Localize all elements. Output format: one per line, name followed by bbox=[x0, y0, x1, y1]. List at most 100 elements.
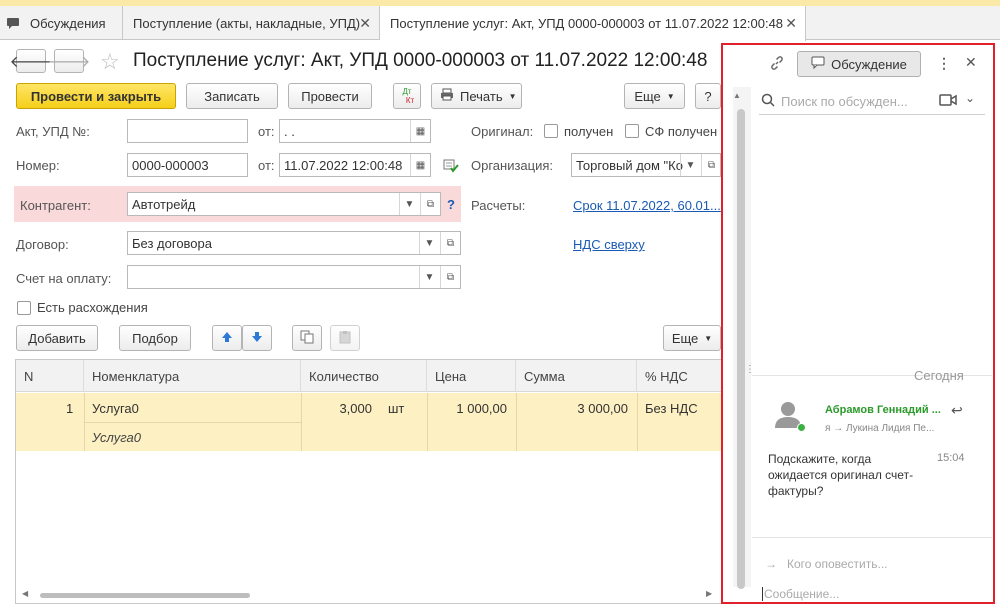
notify-input[interactable]: Кого оповестить... bbox=[787, 557, 888, 571]
arrow-left-icon: 🡐 bbox=[9, 53, 53, 71]
tab-receipt-document[interactable]: Поступление услуг: Акт, УПД 0000-000003 … bbox=[380, 6, 806, 41]
contract-input[interactable]: Без договора ▼ ⧉ bbox=[127, 231, 461, 255]
counterparty-input[interactable]: Автотрейд ▼ ⧉ bbox=[127, 192, 441, 216]
tab-label: Обсуждения bbox=[30, 15, 106, 31]
invoice-label: Счет на оплату: bbox=[16, 271, 112, 286]
add-row-button[interactable]: Добавить bbox=[16, 325, 98, 351]
sf-received-label: СФ получен bbox=[645, 124, 718, 139]
post-button[interactable]: Провести bbox=[288, 83, 372, 109]
table-hscrollbar[interactable]: ◀ ▶ bbox=[16, 588, 721, 602]
number-label: Номер: bbox=[16, 158, 60, 173]
item-description[interactable]: Услуга0 bbox=[92, 430, 141, 445]
original-received-checkbox[interactable] bbox=[544, 124, 558, 138]
dropdown-icon[interactable]: ▼ bbox=[419, 266, 439, 288]
column-header-price[interactable]: Цена bbox=[427, 360, 516, 392]
resize-handle-icon[interactable]: ⋮ bbox=[745, 365, 755, 375]
chevron-down-icon[interactable]: ⌄ bbox=[965, 91, 975, 105]
tab-label: Поступление (акты, накладные, УПД) bbox=[133, 15, 361, 31]
close-icon[interactable]: ✕ bbox=[785, 15, 797, 32]
arrow-up-icon bbox=[221, 331, 233, 346]
hscroll-thumb[interactable] bbox=[40, 593, 250, 598]
quantity-value[interactable]: 3,000 bbox=[312, 401, 372, 416]
tab-receipts-list[interactable]: Поступление (акты, накладные, УПД) ✕ bbox=[123, 6, 380, 40]
counterparty-help-icon[interactable]: ? bbox=[447, 197, 455, 212]
sum-value[interactable]: 3 000,00 bbox=[516, 401, 628, 416]
sf-received-checkbox[interactable] bbox=[625, 124, 639, 138]
act-number-label: Акт, УПД №: bbox=[16, 124, 90, 139]
invoice-input[interactable]: ▼ ⧉ bbox=[127, 265, 461, 289]
contract-label: Договор: bbox=[16, 237, 69, 252]
calculations-link[interactable]: Срок 11.07.2022, 60.01... bbox=[573, 198, 721, 213]
date-from-label: от: bbox=[258, 158, 275, 173]
favorite-star-icon[interactable]: ☆ bbox=[100, 49, 120, 75]
close-icon[interactable]: ✕ bbox=[359, 15, 371, 32]
close-icon[interactable]: ✕ bbox=[965, 54, 977, 71]
dropdown-icon[interactable]: ▼ bbox=[399, 193, 419, 215]
table-row[interactable]: 1 Услуга0 Услуга0 3,000 шт 1 000,00 3 00… bbox=[16, 393, 721, 451]
chevron-down-icon: ▼ bbox=[508, 91, 517, 101]
open-icon[interactable]: ⧉ bbox=[420, 193, 440, 215]
vat-value[interactable]: Без НДС bbox=[645, 401, 698, 416]
scroll-up-icon[interactable]: ▲ bbox=[733, 91, 741, 100]
column-header-item[interactable]: Номенклатура bbox=[84, 360, 301, 392]
back-button[interactable]: 🡐 bbox=[10, 49, 52, 73]
calendar-icon[interactable]: ▦ bbox=[410, 154, 430, 176]
message-author[interactable]: Абрамов Геннадий ... bbox=[825, 404, 941, 416]
save-button[interactable]: Записать bbox=[186, 83, 278, 109]
more-vertical-icon[interactable]: ⋮ bbox=[937, 55, 951, 72]
column-header-sum[interactable]: Сумма bbox=[516, 360, 637, 392]
composer-divider bbox=[752, 537, 992, 538]
link-icon[interactable] bbox=[769, 55, 785, 74]
printer-icon bbox=[440, 88, 454, 104]
discrepancy-checkbox[interactable] bbox=[17, 301, 31, 315]
arrow-right-icon: 🡒 bbox=[47, 53, 91, 71]
more-button[interactable]: Еще ▼ bbox=[624, 83, 685, 109]
dt-kt-button[interactable]: Дт Кт bbox=[393, 83, 421, 109]
column-header-n[interactable]: N bbox=[16, 360, 84, 392]
document-date-input[interactable]: 11.07.2022 12:00:48 ▦ bbox=[279, 153, 431, 177]
discrepancy-label: Есть расхождения bbox=[37, 300, 148, 315]
open-icon[interactable]: ⧉ bbox=[440, 232, 460, 254]
item-name[interactable]: Услуга0 bbox=[92, 401, 139, 416]
dropdown-icon[interactable]: ▼ bbox=[419, 232, 439, 254]
tab-label: Поступление услуг: Акт, УПД 0000-000003 … bbox=[390, 16, 784, 31]
panel-scroll-thumb[interactable] bbox=[737, 109, 745, 589]
table-more-button[interactable]: Еще ▼ bbox=[663, 325, 721, 351]
act-number-input[interactable] bbox=[127, 119, 248, 143]
search-icon bbox=[761, 93, 775, 110]
post-and-close-button[interactable]: Провести и закрыть bbox=[16, 83, 176, 109]
open-icon[interactable]: ⧉ bbox=[440, 266, 460, 288]
vat-link[interactable]: НДС сверху bbox=[573, 237, 645, 252]
print-button[interactable]: Печать ▼ bbox=[431, 83, 522, 109]
document-form: 🡐 🡒 ☆ Поступление услуг: Акт, УПД 0000-0… bbox=[0, 41, 721, 604]
tab-discussions[interactable]: Обсуждения bbox=[0, 6, 123, 40]
act-date-input[interactable]: . . ▦ bbox=[279, 119, 431, 143]
organization-input[interactable]: Торговый дом "Ко ▼ ⧉ bbox=[571, 153, 721, 177]
help-button[interactable]: ? bbox=[695, 83, 721, 109]
message-input[interactable]: Сообщение... bbox=[762, 587, 839, 601]
discussion-toggle-button[interactable]: Обсуждение bbox=[797, 51, 921, 77]
online-status-icon bbox=[797, 423, 806, 432]
paste-button[interactable] bbox=[330, 325, 360, 351]
column-header-vat[interactable]: % НДС bbox=[637, 360, 721, 392]
items-table: N Номенклатура Количество Цена Сумма % Н… bbox=[15, 359, 721, 604]
discussion-search[interactable]: Поиск по обсужден... ⌄ bbox=[759, 89, 985, 115]
open-icon[interactable]: ⧉ bbox=[701, 154, 720, 176]
calendar-icon[interactable]: ▦ bbox=[410, 120, 430, 142]
pick-button[interactable]: Подбор bbox=[119, 325, 191, 351]
price-value[interactable]: 1 000,00 bbox=[427, 401, 507, 416]
scroll-right-icon[interactable]: ▶ bbox=[706, 589, 712, 598]
discussion-panel: Обсуждение ⋮ ✕ ▲ ⋮ Поиск по обсужден... … bbox=[721, 43, 995, 604]
move-up-button[interactable] bbox=[212, 325, 242, 351]
dtkt-icon: Дт Кт bbox=[402, 87, 415, 105]
dropdown-icon[interactable]: ▼ bbox=[680, 154, 700, 176]
video-icon[interactable] bbox=[939, 93, 957, 110]
number-input[interactable]: 0000-000003 bbox=[127, 153, 248, 177]
move-down-button[interactable] bbox=[242, 325, 272, 351]
scroll-left-icon[interactable]: ◀ bbox=[22, 589, 28, 598]
forward-button[interactable]: 🡒 bbox=[48, 49, 90, 73]
reply-icon[interactable]: ↩ bbox=[951, 402, 963, 419]
copy-button[interactable] bbox=[292, 325, 322, 351]
organization-label: Организация: bbox=[471, 158, 554, 173]
column-header-quantity[interactable]: Количество bbox=[301, 360, 427, 392]
